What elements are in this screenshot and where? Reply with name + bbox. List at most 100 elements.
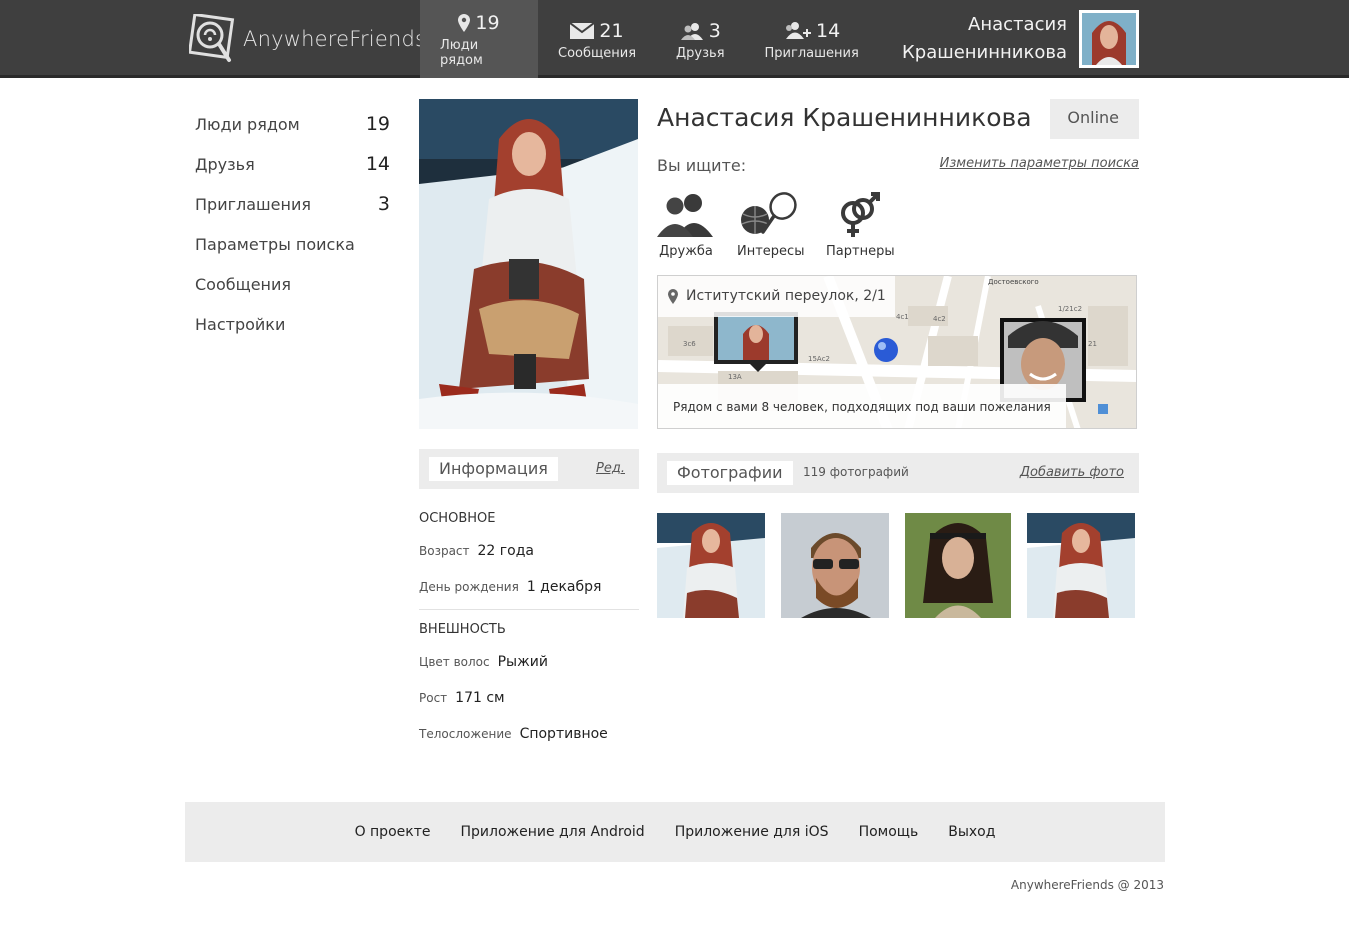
friends-icon (680, 22, 703, 40)
section-basic-title: ОСНОВНОЕ (419, 511, 496, 526)
brand-name: AnywhereFriends (243, 27, 427, 51)
map-street-label: Достоевского (988, 278, 1039, 286)
info-row-age: Возраст 22 года (419, 533, 639, 569)
info-key: Возраст (419, 544, 470, 558)
location-pin-icon (458, 14, 471, 32)
seek-item-label: Интересы (737, 244, 805, 259)
footer-link-logout[interactable]: Выход (948, 824, 995, 840)
photo-thumbnail[interactable] (905, 513, 1013, 618)
footer-link-ios[interactable]: Приложение для iOS (675, 824, 829, 840)
nav-label: Люди рядом (440, 38, 483, 68)
map-house-label: 15Ас2 (808, 355, 830, 363)
footer-link-about[interactable]: О проекте (355, 824, 431, 840)
map[interactable]: Достоевского 1/21с2 13А 4с2 4с1 3с6 15Ас… (657, 275, 1137, 429)
map-house-label: 4с2 (933, 315, 946, 323)
sidebar-item-messages[interactable]: Сообщения (195, 264, 390, 304)
user-menu[interactable]: Анастасия Крашенинникова (902, 10, 1139, 68)
sidebar-item-count: 14 (365, 153, 390, 175)
top-bar: AnywhereFriends 19 Люди рядом 21 Сообщен… (0, 0, 1349, 78)
section-appearance-title: ВНЕШНОСТЬ (419, 622, 506, 637)
photo-thumbnail[interactable] (1027, 513, 1135, 618)
invite-icon (786, 21, 812, 39)
info-value: Спортивное (519, 726, 608, 742)
map-house-label: 21 (1088, 340, 1097, 348)
nav-label: Приглашения (764, 45, 859, 61)
seek-item-label: Дружба (659, 244, 713, 259)
nav-count: 21 (599, 19, 624, 42)
sidebar: Люди рядом 19 Друзья 14 Приглашения 3 Па… (195, 104, 390, 344)
seek-label: Вы ищите: (657, 156, 747, 175)
photo-thumbnail[interactable] (657, 513, 765, 618)
info-value: 171 см (455, 690, 505, 706)
location-pin-icon (668, 288, 678, 304)
info-row-birthday: День рождения 1 декабря (419, 569, 639, 605)
sidebar-item-label: Приглашения (195, 194, 311, 214)
profile-name-bar: Анастасия Крашенинникова Online (639, 99, 1139, 139)
sidebar-item-label: Настройки (195, 314, 286, 334)
sidebar-item-label: Люди рядом (195, 114, 300, 134)
footer-link-android[interactable]: Приложение для Android (460, 824, 644, 840)
info-value: 1 декабря (526, 579, 602, 595)
sidebar-item-people-nearby[interactable]: Люди рядом 19 (195, 104, 390, 144)
sidebar-item-label: Параметры поиска (195, 234, 355, 254)
map-nearby-text: Рядом с вами 8 человек, подходящих под в… (658, 384, 1066, 428)
photos-tab[interactable]: Фотографии (667, 461, 793, 485)
logo[interactable]: AnywhereFriends (187, 12, 427, 64)
footer-link-help[interactable]: Помощь (859, 824, 919, 840)
envelope-icon (570, 22, 595, 39)
nav-count: 14 (816, 19, 841, 42)
photos-header: Фотографии 119 фотографий Добавить фото (657, 453, 1139, 493)
info-value: Рыжий (497, 654, 548, 670)
seek-interests[interactable]: Интересы (737, 190, 805, 259)
sidebar-item-search-params[interactable]: Параметры поиска (195, 224, 390, 264)
logo-icon (187, 12, 235, 64)
status-badge: Online (1067, 108, 1119, 127)
map-address-text: Иститутский переулок, 2/1 (686, 288, 886, 304)
add-photo-link[interactable]: Добавить фото (1020, 465, 1124, 480)
sidebar-item-friends[interactable]: Друзья 14 (195, 144, 390, 184)
nav-messages[interactable]: 21 Сообщения (538, 0, 656, 78)
footer: О проекте Приложение для Android Приложе… (185, 802, 1165, 862)
nav-people-nearby[interactable]: 19 Люди рядом (420, 0, 538, 78)
divider (419, 609, 639, 610)
avatar[interactable] (1079, 10, 1139, 68)
gender-icon (826, 190, 890, 240)
info-row-height: Рост 171 см (419, 680, 639, 716)
photo-thumbnail[interactable] (781, 513, 889, 618)
main-nav: 19 Люди рядом 21 Сообщения 3 Друзья 14 П… (420, 0, 879, 78)
copyright: AnywhereFriends @ 2013 (1010, 878, 1164, 892)
sidebar-item-count: 3 (377, 193, 390, 215)
sidebar-item-label: Сообщения (195, 274, 292, 294)
sidebar-item-settings[interactable]: Настройки (195, 304, 390, 344)
nav-count: 3 (708, 19, 721, 42)
map-house-label: 4с1 (896, 313, 909, 321)
map-address: Иститутский переулок, 2/1 (658, 276, 895, 317)
nav-label: Сообщения (558, 45, 637, 61)
info-row-build: Телосложение Спортивное (419, 716, 639, 752)
profile-photo[interactable] (419, 99, 638, 429)
info-row-hair: Цвет волос Рыжий (419, 644, 639, 680)
sidebar-item-count: 19 (365, 113, 390, 135)
info-value: 22 года (477, 543, 534, 559)
info-edit-link[interactable]: Ред. (596, 461, 625, 476)
info-header: Информация Ред. (419, 449, 639, 489)
nav-friends[interactable]: 3 Друзья (656, 0, 745, 78)
info-tab[interactable]: Информация (429, 457, 558, 481)
friendship-icon (657, 190, 715, 240)
nav-count: 19 (475, 12, 500, 34)
sidebar-item-invites[interactable]: Приглашения 3 (195, 184, 390, 224)
change-search-link[interactable]: Изменить параметры поиска (940, 156, 1139, 171)
seek-friendship[interactable]: Дружба (657, 190, 715, 259)
info-key: Телосложение (419, 727, 512, 741)
info-body: ОСНОВНОЕ Возраст 22 года День рождения 1 д… (419, 505, 639, 752)
map-house-label: 1/21с2 (1058, 305, 1082, 313)
photos-count: 119 фотографий (803, 465, 909, 479)
sidebar-item-label: Друзья (195, 154, 255, 174)
seek-partners[interactable]: Партнеры (826, 190, 895, 259)
nav-invites[interactable]: 14 Приглашения (745, 0, 879, 78)
sports-icon (737, 190, 803, 240)
profile-name: Анастасия Крашенинникова (639, 99, 1050, 139)
info-key: День рождения (419, 580, 519, 594)
info-key: Рост (419, 691, 448, 705)
map-house-label: 13А (728, 373, 742, 381)
